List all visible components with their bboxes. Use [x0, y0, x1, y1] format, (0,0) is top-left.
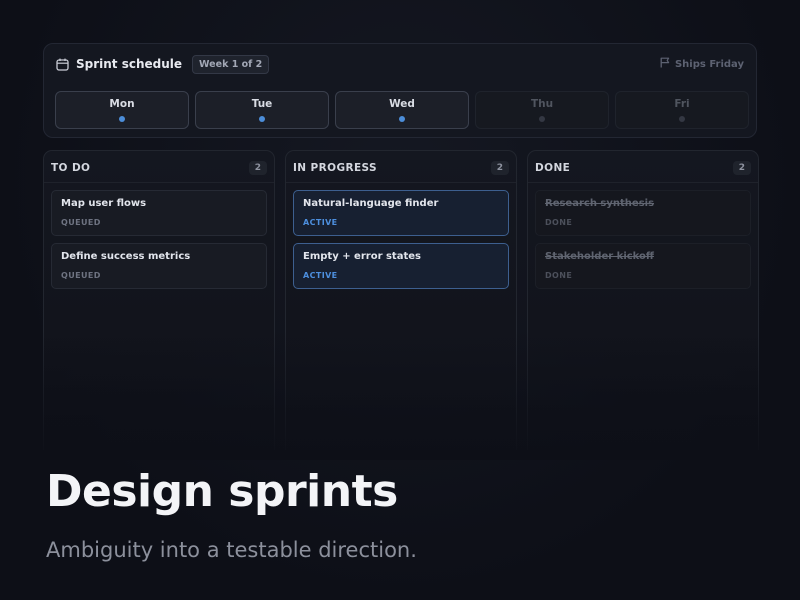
- task-card[interactable]: Empty + error states ACTIVE: [293, 243, 509, 289]
- task-status: QUEUED: [61, 218, 101, 227]
- day-status-dot: [399, 116, 405, 122]
- column-divider: [286, 182, 516, 183]
- column-header: TO DO 2: [51, 159, 267, 177]
- task-status: ACTIVE: [303, 271, 338, 280]
- ships-label: Ships Friday: [660, 57, 744, 71]
- task-card[interactable]: Stakeholder kickoff DONE: [535, 243, 751, 289]
- day-status-dot: [259, 116, 265, 122]
- day-tue[interactable]: Tue: [195, 91, 329, 129]
- column-count: 2: [248, 161, 267, 175]
- flag-icon: [660, 57, 670, 71]
- column-title: DONE: [535, 162, 571, 174]
- day-label: Thu: [530, 98, 554, 110]
- day-label: Mon: [109, 98, 135, 110]
- calendar-icon: [56, 58, 69, 71]
- task-title: Research synthesis: [545, 198, 655, 209]
- column-count: 2: [490, 161, 509, 175]
- column-title: IN PROGRESS: [293, 162, 377, 174]
- day-thu[interactable]: Thu: [475, 91, 609, 129]
- task-status: QUEUED: [61, 271, 101, 280]
- ships-text: Ships Friday: [674, 58, 744, 70]
- day-label: Tue: [251, 98, 273, 110]
- column-divider: [528, 182, 758, 183]
- task-status: DONE: [545, 271, 573, 280]
- hero-title: Design sprints: [46, 466, 398, 517]
- sprint-schedule-card: Sprint schedule Week 1 of 2 Ships Friday…: [43, 43, 757, 138]
- task-card[interactable]: Map user flows QUEUED: [51, 190, 267, 236]
- day-status-dot: [679, 116, 685, 122]
- week-badge: Week 1 of 2: [192, 54, 270, 74]
- column-divider: [44, 182, 274, 183]
- task-title: Empty + error states: [303, 251, 421, 262]
- schedule-title: Sprint schedule: [76, 57, 183, 71]
- day-label: Wed: [389, 98, 415, 110]
- task-status: ACTIVE: [303, 218, 338, 227]
- day-fri[interactable]: Fri: [615, 91, 749, 129]
- task-card[interactable]: Natural-language finder ACTIVE: [293, 190, 509, 236]
- task-card[interactable]: Define success metrics QUEUED: [51, 243, 267, 289]
- schedule-header: Sprint schedule Week 1 of 2 Ships Friday: [56, 53, 744, 75]
- task-title: Map user flows: [61, 198, 147, 209]
- column-header: DONE 2: [535, 159, 751, 177]
- task-title: Natural-language finder: [303, 198, 439, 209]
- bottom-fade: [0, 330, 800, 460]
- task-card[interactable]: Research synthesis DONE: [535, 190, 751, 236]
- column-title: TO DO: [51, 162, 91, 174]
- task-title: Stakeholder kickoff: [545, 251, 655, 262]
- day-mon[interactable]: Mon: [55, 91, 189, 129]
- column-count: 2: [732, 161, 751, 175]
- day-label: Fri: [674, 98, 690, 110]
- day-status-dot: [119, 116, 125, 122]
- task-status: DONE: [545, 218, 573, 227]
- hero-subtitle: Ambiguity into a testable direction.: [46, 538, 417, 562]
- column-header: IN PROGRESS 2: [293, 159, 509, 177]
- stage: Sprint schedule Week 1 of 2 Ships Friday…: [0, 0, 800, 600]
- task-title: Define success metrics: [61, 251, 191, 262]
- day-wed[interactable]: Wed: [335, 91, 469, 129]
- day-status-dot: [539, 116, 545, 122]
- day-selector: Mon Tue Wed Thu Fri: [55, 91, 749, 129]
